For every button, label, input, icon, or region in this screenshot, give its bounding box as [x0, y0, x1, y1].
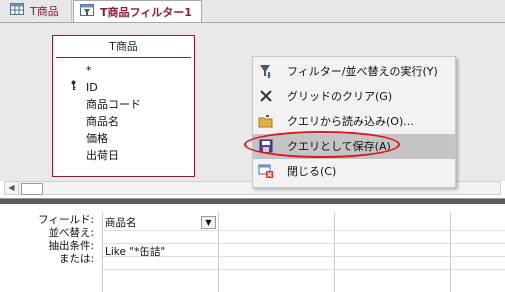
- grid-column-divider: [102, 213, 103, 292]
- highlight-annotation-oval: [244, 131, 400, 158]
- grid-row-labels: フィールド: 並べ替え: 抽出条件: または:: [0, 214, 98, 266]
- chevron-down-icon[interactable]: ▼: [201, 216, 216, 229]
- grid-row-divider: [103, 269, 505, 270]
- row-label-or: または:: [58, 253, 94, 265]
- grid-column-divider: [218, 213, 219, 292]
- apply-filter-icon: [258, 63, 274, 79]
- row-label-sort: 並べ替え:: [48, 227, 94, 239]
- design-grid: フィールド: 並べ替え: 抽出条件: または: 商品名 ▼ Like "*缶詰": [0, 204, 505, 292]
- menu-item-load-from-query[interactable]: クエリから読み込み(O)...: [253, 109, 455, 134]
- tab-label: T商品フィルター1: [100, 5, 192, 19]
- filter-design-icon: [80, 4, 94, 19]
- field-cell[interactable]: 商品名: [105, 215, 137, 230]
- scroll-thumb[interactable]: [21, 183, 43, 195]
- row-label-field: フィールド:: [38, 214, 94, 226]
- load-from-query-icon: [258, 113, 274, 129]
- clear-grid-icon: [258, 88, 274, 104]
- close-icon: [258, 163, 274, 179]
- row-label-criteria: 抽出条件:: [48, 240, 94, 252]
- table-icon: [10, 3, 24, 18]
- grid-row-divider: [103, 230, 505, 231]
- grid-column-divider: [450, 213, 451, 292]
- field-list-item[interactable]: 出荷日: [53, 147, 194, 164]
- scroll-left-icon[interactable]: ◀: [5, 182, 19, 194]
- document-tab-bar: T商品 T商品フィルター1: [0, 0, 505, 23]
- field-list-item[interactable]: ID: [53, 79, 194, 96]
- table-field-list[interactable]: T商品 * ID 商品コード 商品名 価格 出荷日: [52, 35, 195, 177]
- field-list-item[interactable]: *: [53, 62, 194, 79]
- menu-item-apply-filter[interactable]: フィルター/並べ替えの実行(Y): [253, 59, 455, 84]
- menu-item-clear-grid[interactable]: グリッドのクリア(G): [253, 84, 455, 109]
- field-list-item[interactable]: 商品コード: [53, 96, 194, 113]
- primary-key-icon: [71, 79, 76, 96]
- field-list-item[interactable]: 価格: [53, 130, 194, 147]
- table-field-list-title: T商品: [56, 36, 191, 58]
- tab-t-shohin-filter[interactable]: T商品フィルター1: [73, 0, 202, 22]
- grid-column-divider: [334, 213, 335, 292]
- tab-label: T商品: [30, 4, 59, 18]
- context-menu: フィルター/並べ替えの実行(Y) グリッドのクリア(G) クエリから読み込み(O…: [252, 56, 456, 188]
- field-list-item[interactable]: 商品名: [53, 113, 194, 130]
- criteria-cell[interactable]: Like "*缶詰": [105, 244, 165, 259]
- menu-item-close[interactable]: 閉じる(C): [253, 159, 455, 184]
- tab-t-shohin[interactable]: T商品: [4, 0, 72, 21]
